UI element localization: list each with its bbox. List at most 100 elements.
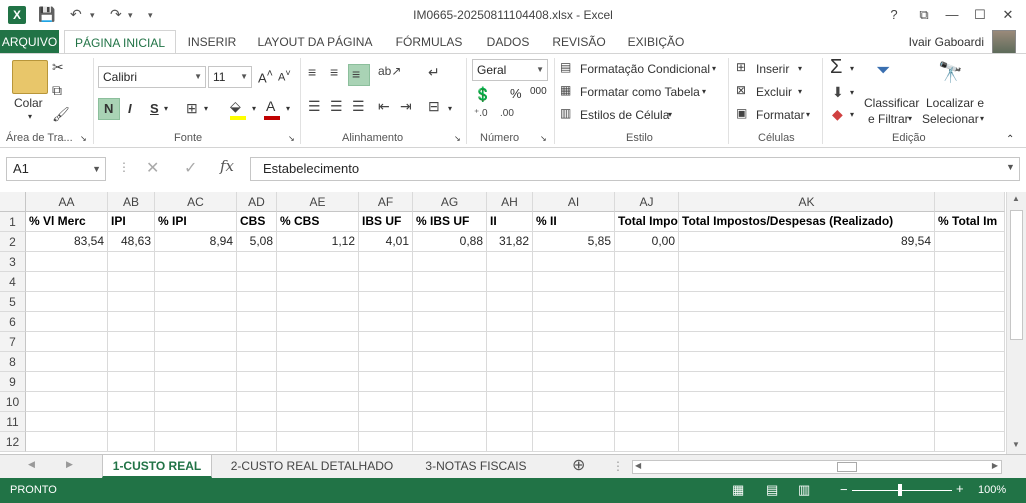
empty-cell[interactable] [487,292,533,312]
insert-function-button[interactable]: fx [220,157,234,175]
tab-insert[interactable]: INSERIR [180,30,244,54]
column-header[interactable] [935,192,1005,212]
empty-cell[interactable] [615,312,679,332]
delete-cells-icon[interactable]: ⊠ [736,83,746,97]
empty-cell[interactable] [533,312,615,332]
font-size-box[interactable]: 11 ▼ [208,66,252,88]
empty-cell[interactable] [487,272,533,292]
align-right-icon[interactable]: ☰ [352,98,365,115]
horizontal-scrollbar[interactable]: ◀ ▶ [632,460,1002,474]
tab-data[interactable]: DADOS [478,30,538,54]
font-color-icon[interactable]: A [266,98,275,114]
empty-cell[interactable] [487,312,533,332]
add-sheet-button[interactable]: ⊕ [572,455,585,475]
tab-file[interactable]: ARQUIVO [0,30,59,54]
empty-cell[interactable] [615,292,679,312]
empty-cell[interactable] [359,432,413,452]
empty-cell[interactable] [155,272,237,292]
empty-cell[interactable] [108,372,155,392]
increase-indent-icon[interactable]: ⇥ [400,98,412,115]
empty-cell[interactable] [615,392,679,412]
tab-view[interactable]: EXIBIÇÃO [620,30,692,54]
empty-cell[interactable] [237,392,277,412]
align-middle-icon[interactable]: ≡ [330,64,338,80]
enter-icon[interactable]: ✓ [184,158,197,178]
chevron-down-icon[interactable]: ▾ [980,114,984,123]
scroll-down-icon[interactable]: ▼ [1012,440,1020,449]
empty-cell[interactable] [679,332,935,352]
empty-cell[interactable] [277,412,359,432]
empty-cell[interactable] [935,312,1005,332]
empty-cell[interactable] [615,372,679,392]
column-header[interactable]: AD [237,192,277,212]
number-launcher-icon[interactable]: ↘ [540,134,547,143]
normal-view-icon[interactable]: ▦ [732,482,744,498]
cell-styles-icon[interactable]: ▥ [560,106,571,120]
number-format-box[interactable]: Geral ▼ [472,59,548,81]
zoom-slider-track[interactable] [852,490,952,491]
fill-color-dropdown-icon[interactable]: ▾ [252,104,256,113]
tab-review[interactable]: REVISÃO [546,30,612,54]
collapse-ribbon-icon[interactable]: ⌃ [1006,134,1014,145]
header-cell[interactable]: CBS [237,212,277,232]
empty-cell[interactable] [155,432,237,452]
column-header[interactable]: AH [487,192,533,212]
column-header[interactable]: AA [26,192,108,212]
empty-cell[interactable] [935,332,1005,352]
empty-cell[interactable] [935,372,1005,392]
empty-cell[interactable] [237,252,277,272]
header-cell[interactable]: IBS UF [359,212,413,232]
empty-cell[interactable] [108,432,155,452]
column-header[interactable]: AC [155,192,237,212]
row-header[interactable]: 2 [0,232,26,252]
data-cell[interactable]: 4,01 [359,232,413,252]
cell-styles-button[interactable]: Estilos de Célula [580,108,669,122]
decrease-decimal-icon[interactable]: .00 [500,108,514,119]
delete-cells-button[interactable]: Excluir [756,85,792,99]
align-center-icon[interactable]: ☰ [330,98,343,115]
data-cell[interactable]: 1,12 [277,232,359,252]
empty-cell[interactable] [359,312,413,332]
empty-cell[interactable] [935,432,1005,452]
find-select-button[interactable]: Localizar e [926,96,984,110]
row-header[interactable]: 4 [0,272,26,292]
expand-formula-bar-icon[interactable]: ▼ [1006,162,1015,172]
font-name-box[interactable]: Calibri ▼ [98,66,206,88]
empty-cell[interactable] [679,312,935,332]
empty-cell[interactable] [935,252,1005,272]
empty-cell[interactable] [237,292,277,312]
autosum-icon[interactable]: Σ [830,56,842,79]
empty-cell[interactable] [487,372,533,392]
empty-cell[interactable] [26,432,108,452]
empty-cell[interactable] [155,312,237,332]
format-as-table-button[interactable]: Formatar como Tabela [580,85,700,99]
empty-cell[interactable] [413,292,487,312]
grow-font-icon[interactable]: A˄ [258,68,273,85]
comma-style-button[interactable]: 000 [530,86,547,97]
prev-sheet-icon[interactable]: ◀ [28,459,35,470]
empty-cell[interactable] [935,392,1005,412]
align-bottom-icon[interactable]: ≡ [352,66,360,82]
empty-cell[interactable] [155,412,237,432]
empty-cell[interactable] [26,252,108,272]
empty-cell[interactable] [413,412,487,432]
insert-cells-button[interactable]: Inserir [756,62,789,76]
empty-cell[interactable] [108,392,155,412]
empty-cell[interactable] [26,372,108,392]
chevron-down-icon[interactable]: ▾ [850,110,854,119]
cancel-icon[interactable]: ✕ [146,158,159,178]
find-select-icon[interactable]: 🔭 [938,60,963,85]
orientation-icon[interactable]: ab↗ [378,64,401,78]
empty-cell[interactable] [533,332,615,352]
row-header[interactable]: 1 [0,212,26,232]
merge-dropdown-icon[interactable]: ▾ [448,104,452,113]
select-all-corner[interactable] [0,192,26,212]
empty-cell[interactable] [359,392,413,412]
header-cell[interactable]: IPI [108,212,155,232]
empty-cell[interactable] [108,292,155,312]
page-layout-view-icon[interactable]: ▤ [766,482,778,498]
copy-icon[interactable]: ⧉ [52,82,62,99]
empty-cell[interactable] [487,352,533,372]
wrap-text-icon[interactable]: ↵ [428,64,440,81]
empty-cell[interactable] [108,352,155,372]
